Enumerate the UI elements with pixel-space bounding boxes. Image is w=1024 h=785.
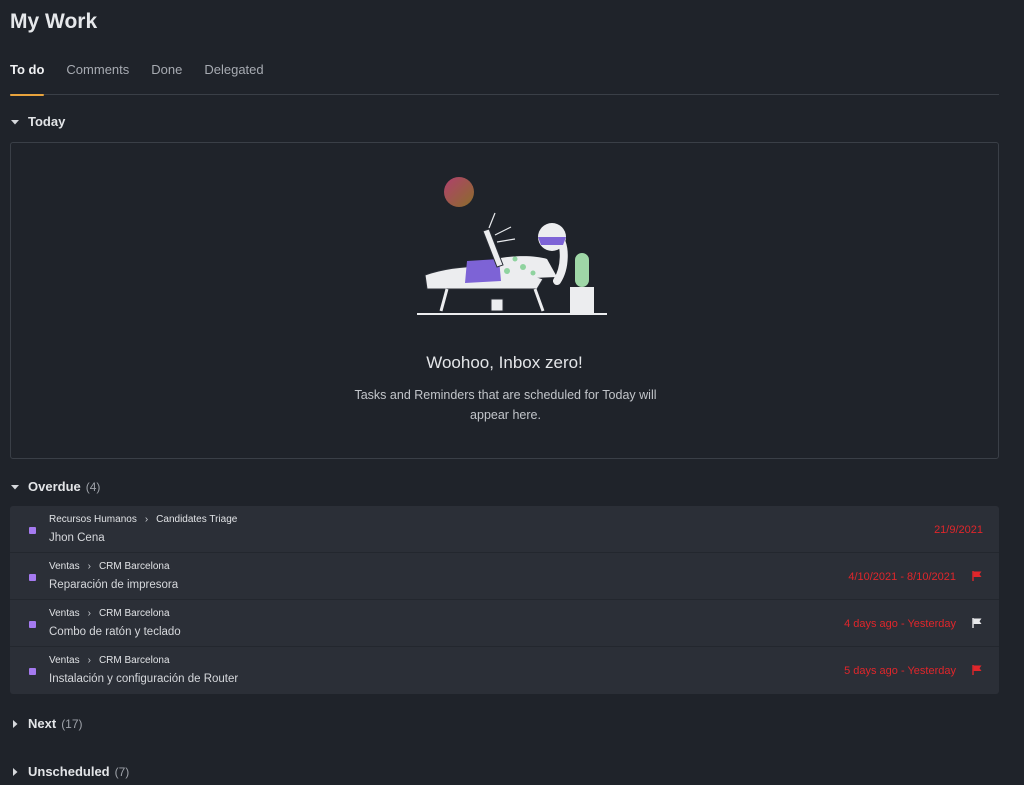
section-overdue-count: (4) xyxy=(85,479,101,494)
task-list-name[interactable]: Candidates Triage xyxy=(156,514,237,525)
section-unscheduled-count: (7) xyxy=(114,764,130,779)
task-breadcrumb: Ventas › CRM Barcelona xyxy=(49,561,170,572)
section-next-label: Next xyxy=(28,716,57,731)
tab-delegated[interactable]: Delegated xyxy=(204,54,263,95)
tab-comments[interactable]: Comments xyxy=(66,54,129,95)
chevron-right-icon: › xyxy=(87,608,91,619)
task-status-indicator[interactable] xyxy=(29,621,36,628)
section-next-header[interactable]: Next (17) xyxy=(10,716,83,731)
today-empty-state: Woohoo, Inbox zero! Tasks and Reminders … xyxy=(10,142,999,459)
task-list-name[interactable]: CRM Barcelona xyxy=(99,655,170,666)
task-name[interactable]: Jhon Cena xyxy=(49,532,105,544)
chevron-right-icon: › xyxy=(87,561,91,572)
task-breadcrumb: Ventas › CRM Barcelona xyxy=(49,608,170,619)
task-row[interactable]: Ventas › CRM Barcelona Instalación y con… xyxy=(10,647,999,694)
relaxing-person-illustration xyxy=(417,177,607,315)
task-name[interactable]: Combo de ratón y teclado xyxy=(49,626,181,638)
my-work-page: My Work To do Comments Done Delegated To… xyxy=(0,0,1024,785)
task-status-indicator[interactable] xyxy=(29,574,36,581)
overdue-task-list: Recursos Humanos › Candidates Triage Jho… xyxy=(10,506,999,694)
caret-right-icon xyxy=(10,719,28,729)
section-overdue-header[interactable]: Overdue (4) xyxy=(10,479,100,494)
task-status-indicator[interactable] xyxy=(29,527,36,534)
section-today-label: Today xyxy=(28,114,66,129)
task-name[interactable]: Instalación y configuración de Router xyxy=(49,673,238,685)
caret-down-icon xyxy=(10,482,28,492)
task-space[interactable]: Ventas xyxy=(49,655,80,666)
task-row[interactable]: Ventas › CRM Barcelona Reparación de imp… xyxy=(10,553,999,600)
task-breadcrumb: Recursos Humanos › Candidates Triage xyxy=(49,514,237,525)
section-next-count: (17) xyxy=(61,716,83,731)
tab-to-do[interactable]: To do xyxy=(10,54,45,96)
section-overdue-label: Overdue xyxy=(28,479,81,494)
task-space[interactable]: Ventas xyxy=(49,608,80,619)
task-breadcrumb: Ventas › CRM Barcelona xyxy=(49,655,170,666)
task-status-indicator[interactable] xyxy=(29,668,36,675)
task-row[interactable]: Recursos Humanos › Candidates Triage Jho… xyxy=(10,506,999,553)
empty-state-description: Tasks and Reminders that are scheduled f… xyxy=(354,388,657,422)
flag-icon[interactable] xyxy=(971,570,983,582)
section-unscheduled-header[interactable]: Unscheduled (7) xyxy=(10,764,129,779)
caret-down-icon xyxy=(10,117,28,127)
chevron-right-icon: › xyxy=(144,514,149,525)
task-due-date[interactable]: 4 days ago - Yesterday xyxy=(844,618,956,630)
tab-bar: To do Comments Done Delegated xyxy=(10,54,999,96)
tab-done[interactable]: Done xyxy=(151,54,182,95)
empty-state-title: Woohoo, Inbox zero! xyxy=(426,353,583,372)
task-due-date[interactable]: 4/10/2021 - 8/10/2021 xyxy=(848,571,956,583)
page-title: My Work xyxy=(10,10,98,33)
task-row[interactable]: Ventas › CRM Barcelona Combo de ratón y … xyxy=(10,600,999,647)
task-space[interactable]: Recursos Humanos xyxy=(49,514,137,525)
task-due-date[interactable]: 5 days ago - Yesterday xyxy=(844,665,956,677)
flag-icon[interactable] xyxy=(971,664,983,676)
section-unscheduled-label: Unscheduled xyxy=(28,764,110,779)
task-due-date[interactable]: 21/9/2021 xyxy=(934,524,983,536)
chevron-right-icon: › xyxy=(87,655,91,666)
task-list-name[interactable]: CRM Barcelona xyxy=(99,561,170,572)
task-name[interactable]: Reparación de impresora xyxy=(49,579,178,591)
caret-right-icon xyxy=(10,767,28,777)
section-today-header[interactable]: Today xyxy=(10,114,65,129)
task-list-name[interactable]: CRM Barcelona xyxy=(99,608,170,619)
task-space[interactable]: Ventas xyxy=(49,561,80,572)
flag-icon[interactable] xyxy=(971,617,983,629)
